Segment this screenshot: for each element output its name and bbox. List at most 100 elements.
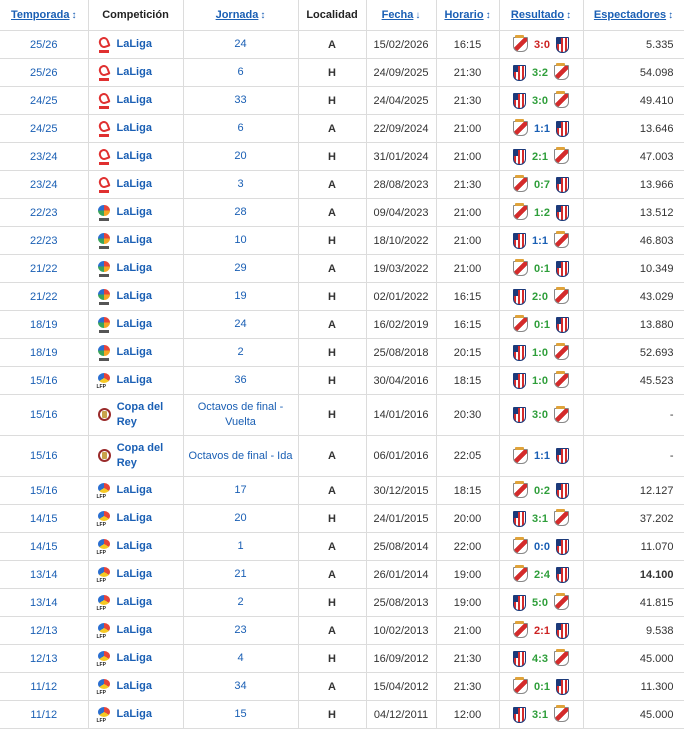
jornada-cell[interactable]: 24 — [183, 30, 299, 59]
sort-resultado[interactable]: Resultado ↕ — [499, 0, 584, 31]
table-row[interactable]: 21/22 LaLiga 19 H 02/01/2022 16:15 2:0 43.029 — [0, 282, 684, 311]
season-cell[interactable]: 18/19 — [0, 310, 89, 339]
jornada-cell[interactable]: 34 — [183, 672, 299, 701]
competition-cell[interactable]: LaLiga — [88, 588, 184, 617]
jornada-cell[interactable]: 20 — [183, 504, 299, 533]
result-cell[interactable]: 1:0 — [499, 338, 584, 367]
competition-cell[interactable]: LaLiga — [88, 476, 184, 505]
table-row[interactable]: 18/19 LaLiga 24 A 16/02/2019 16:15 0:1 13.880 — [0, 310, 684, 339]
jornada-cell[interactable]: 20 — [183, 142, 299, 171]
jornada-cell[interactable]: 19 — [183, 282, 299, 311]
table-row[interactable]: 22/23 LaLiga 28 A 09/04/2023 21:00 1:2 13.512 — [0, 198, 684, 227]
jornada-cell[interactable]: 4 — [183, 644, 299, 673]
competition-cell[interactable]: LaLiga — [88, 672, 184, 701]
result-cell[interactable]: 4:3 — [499, 644, 584, 673]
competition-cell[interactable]: LaLiga — [88, 142, 184, 171]
season-cell[interactable]: 15/16 — [0, 394, 89, 436]
table-row[interactable]: 23/24 LaLiga 20 H 31/01/2024 21:00 2:1 47.003 — [0, 142, 684, 171]
score-link[interactable]: 1:0 — [532, 347, 548, 359]
result-cell[interactable]: 5:0 — [499, 588, 584, 617]
result-cell[interactable]: 1:1 — [499, 226, 584, 255]
score-link[interactable]: 1:1 — [534, 450, 550, 462]
season-cell[interactable]: 13/14 — [0, 588, 89, 617]
season-cell[interactable]: 18/19 — [0, 338, 89, 367]
table-row[interactable]: 22/23 LaLiga 10 H 18/10/2022 21:00 1:1 46.803 — [0, 226, 684, 255]
table-row[interactable]: 21/22 LaLiga 29 A 19/03/2022 21:00 0:1 10.349 — [0, 254, 684, 283]
table-row[interactable]: 23/24 LaLiga 3 A 28/08/2023 21:30 0:7 13.966 — [0, 170, 684, 199]
score-link[interactable]: 0:7 — [534, 179, 550, 191]
competition-cell[interactable]: LaLiga — [88, 616, 184, 645]
jornada-cell[interactable]: 21 — [183, 560, 299, 589]
jornada-cell[interactable]: 36 — [183, 366, 299, 395]
score-link[interactable]: 2:0 — [532, 291, 548, 303]
result-cell[interactable]: 0:1 — [499, 254, 584, 283]
jornada-cell[interactable]: 29 — [183, 254, 299, 283]
season-cell[interactable]: 25/26 — [0, 58, 89, 87]
competition-cell[interactable]: LaLiga — [88, 504, 184, 533]
season-cell[interactable]: 11/12 — [0, 700, 89, 729]
table-row[interactable]: 14/15 LaLiga 1A25/08/201422:00 0:0 11.070 — [0, 532, 684, 561]
table-row[interactable]: 25/26 LaLiga 6 H 24/09/2025 21:30 3:2 54.098 — [0, 58, 684, 87]
jornada-cell[interactable]: Octavos de final - Ida — [183, 435, 299, 477]
season-cell[interactable]: 25/26 — [0, 30, 89, 59]
result-cell[interactable]: 2:0 — [499, 282, 584, 311]
season-cell[interactable]: 11/12 — [0, 672, 89, 701]
table-row[interactable]: 13/14 LaLiga 21A26/01/201419:00 2:4 14.100 — [0, 560, 684, 589]
score-link[interactable]: 0:1 — [534, 681, 550, 693]
score-link[interactable]: 2:4 — [534, 569, 550, 581]
competition-cell[interactable]: Copa del Rey — [88, 394, 184, 436]
result-cell[interactable]: 3:0 — [499, 86, 584, 115]
season-cell[interactable]: 24/25 — [0, 86, 89, 115]
season-cell[interactable]: 15/16 — [0, 476, 89, 505]
competition-cell[interactable]: LaLiga — [88, 366, 184, 395]
competition-cell[interactable]: LaLiga — [88, 30, 184, 59]
jornada-cell[interactable]: 24 — [183, 310, 299, 339]
score-link[interactable]: 3:0 — [532, 95, 548, 107]
season-cell[interactable]: 14/15 — [0, 532, 89, 561]
score-link[interactable]: 0:1 — [534, 263, 550, 275]
table-row[interactable]: 15/16 Copa del Rey Octavos de final - Vuel… — [0, 394, 684, 436]
sort-fecha[interactable]: Fecha ↓ — [366, 0, 437, 31]
result-cell[interactable]: 2:4 — [499, 560, 584, 589]
score-link[interactable]: 0:0 — [534, 541, 550, 553]
table-row[interactable]: 25/26 LaLiga 24 A 15/02/2026 16:15 3:0 5.335 — [0, 30, 684, 59]
result-cell[interactable]: 1:0 — [499, 366, 584, 395]
jornada-cell[interactable]: 3 — [183, 170, 299, 199]
season-cell[interactable]: 21/22 — [0, 254, 89, 283]
result-cell[interactable]: 3:2 — [499, 58, 584, 87]
score-link[interactable]: 1:1 — [532, 235, 548, 247]
competition-cell[interactable]: LaLiga — [88, 338, 184, 367]
result-cell[interactable]: 2:1 — [499, 142, 584, 171]
sort-temporada[interactable]: Temporada ↕ — [0, 0, 89, 31]
jornada-cell[interactable]: 23 — [183, 616, 299, 645]
score-link[interactable]: 3:2 — [532, 67, 548, 79]
table-row[interactable]: 12/13 LaLiga 4H16/09/201221:30 4:3 45.000 — [0, 644, 684, 673]
result-cell[interactable]: 3:0 — [499, 30, 584, 59]
score-link[interactable]: 4:3 — [532, 653, 548, 665]
score-link[interactable]: 2:1 — [534, 625, 550, 637]
season-cell[interactable]: 23/24 — [0, 142, 89, 171]
season-cell[interactable]: 13/14 — [0, 560, 89, 589]
table-row[interactable]: 14/15 LaLiga 20H24/01/201520:00 3:1 37.202 — [0, 504, 684, 533]
competition-cell[interactable]: LaLiga — [88, 310, 184, 339]
competition-cell[interactable]: Copa del Rey — [88, 435, 184, 477]
table-row[interactable]: 18/19 LaLiga 2 H 25/08/2018 20:15 1:0 52.693 — [0, 338, 684, 367]
sort-espectadores[interactable]: Espectadores ↕ — [583, 0, 684, 31]
jornada-cell[interactable]: 6 — [183, 58, 299, 87]
score-link[interactable]: 5:0 — [532, 597, 548, 609]
score-link[interactable]: 3:0 — [532, 409, 548, 421]
table-row[interactable]: 24/25 LaLiga 33 H 24/04/2025 21:30 3:0 49.410 — [0, 86, 684, 115]
table-row[interactable]: 12/13 LaLiga 23A10/02/201321:00 2:1 9.538 — [0, 616, 684, 645]
result-cell[interactable]: 2:1 — [499, 616, 584, 645]
competition-cell[interactable]: LaLiga — [88, 226, 184, 255]
season-cell[interactable]: 15/16 — [0, 435, 89, 477]
season-cell[interactable]: 24/25 — [0, 114, 89, 143]
table-row[interactable]: 13/14 LaLiga 2H25/08/201319:00 5:0 41.815 — [0, 588, 684, 617]
jornada-cell[interactable]: Octavos de final - Vuelta — [183, 394, 299, 436]
jornada-cell[interactable]: 33 — [183, 86, 299, 115]
competition-cell[interactable]: LaLiga — [88, 58, 184, 87]
score-link[interactable]: 3:0 — [534, 39, 550, 51]
score-link[interactable]: 1:0 — [532, 375, 548, 387]
season-cell[interactable]: 23/24 — [0, 170, 89, 199]
jornada-cell[interactable]: 2 — [183, 338, 299, 367]
